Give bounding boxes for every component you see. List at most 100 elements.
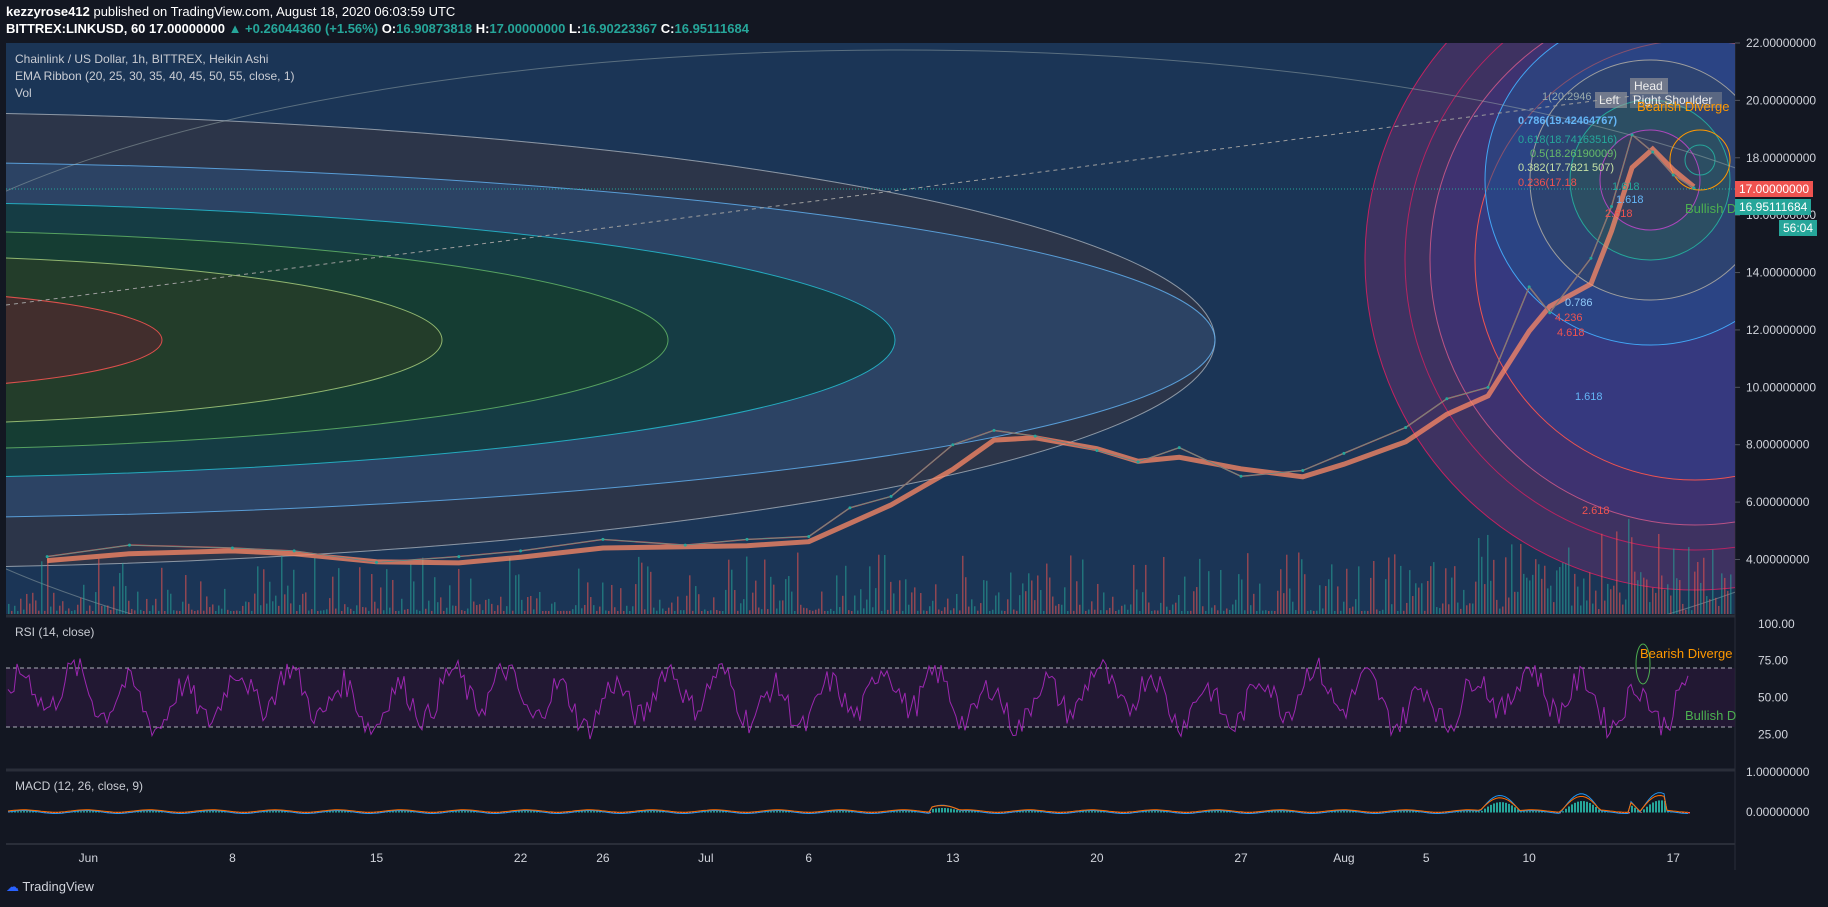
volume-bar xyxy=(1007,599,1009,614)
macd-bar xyxy=(647,811,649,813)
volume-bar xyxy=(1328,579,1330,614)
volume-bar xyxy=(1283,593,1285,614)
volume-bar xyxy=(443,610,445,614)
macd-bar xyxy=(1586,801,1588,813)
macd-bar xyxy=(149,811,151,813)
volume-bar xyxy=(692,610,694,614)
volume-bar xyxy=(1334,610,1336,614)
volume-bar xyxy=(953,608,955,614)
volume-bar xyxy=(731,569,733,614)
volume-bar xyxy=(1631,537,1633,614)
macd-bar xyxy=(1478,811,1480,813)
volume-bar xyxy=(1250,605,1252,614)
volume-bar xyxy=(89,605,91,614)
volume-bar xyxy=(38,610,40,614)
volume-bar xyxy=(1472,603,1474,614)
fib-0382: 0.382(17.7821 507) xyxy=(1518,162,1614,174)
price-point xyxy=(1177,446,1181,450)
volume-bar xyxy=(1118,609,1120,614)
time-tick: Jul xyxy=(698,851,713,865)
volume-bar xyxy=(665,610,667,614)
volume-bar xyxy=(308,610,310,614)
volume-bar xyxy=(1001,610,1003,614)
volume-bar xyxy=(641,562,643,614)
macd-bar xyxy=(1157,811,1159,813)
macd-bar xyxy=(842,811,844,813)
volume-bar xyxy=(260,605,262,614)
volume-bar xyxy=(1223,610,1225,614)
main-legend-title[interactable]: Chainlink / US Dollar, 1h, BITTREX, Heik… xyxy=(15,52,268,66)
price-point xyxy=(1548,311,1552,315)
volume-bar xyxy=(1514,591,1516,614)
price-point xyxy=(1239,474,1243,478)
volume-bar xyxy=(1274,610,1276,614)
time-tick: 27 xyxy=(1234,851,1248,865)
volume-bar xyxy=(548,610,550,614)
vol-legend[interactable]: Vol xyxy=(15,86,32,100)
volume-bar xyxy=(1316,610,1318,614)
volume-bar xyxy=(1109,607,1111,614)
volume-bar xyxy=(200,581,202,614)
macd-bar xyxy=(1148,811,1150,813)
volume-bar xyxy=(50,606,52,614)
macd-bar xyxy=(341,811,343,813)
volume-bar xyxy=(437,602,439,614)
macd-pane[interactable] xyxy=(6,772,1735,842)
volume-bar xyxy=(371,574,373,614)
macd-bar xyxy=(1406,811,1408,813)
bullish-divergence-rsi: Bullish D xyxy=(1685,708,1736,723)
macd-bar xyxy=(947,808,949,813)
volume-bar xyxy=(1616,531,1618,614)
fib-ratio: 1.618 xyxy=(1612,181,1640,193)
time-axis[interactable]: Jun 8 15 22 26 Jul 6 13 20 27 Aug 5 10 17 xyxy=(79,851,1681,865)
volume-bar xyxy=(701,610,703,614)
volume-bar xyxy=(845,565,847,614)
volume-bar xyxy=(1478,538,1480,614)
macd-bar xyxy=(1511,805,1513,813)
volume-bar xyxy=(761,609,763,614)
volume-bar xyxy=(1553,602,1555,614)
volume-bar xyxy=(1388,557,1390,614)
rsi-legend[interactable]: RSI (14, close) xyxy=(15,625,94,639)
macd-bar xyxy=(1400,811,1402,813)
macd-legend[interactable]: MACD (12, 26, close, 9) xyxy=(15,779,143,793)
volume-bar xyxy=(1508,597,1510,614)
macd-bar xyxy=(1643,809,1645,813)
volume-bar xyxy=(449,585,451,614)
volume-bar xyxy=(1073,610,1075,614)
volume-bar xyxy=(188,603,190,614)
price-point xyxy=(375,560,378,564)
volume-bar xyxy=(1697,562,1699,614)
volume-bar xyxy=(1304,574,1306,614)
volume-bar xyxy=(350,608,352,614)
volume-bar xyxy=(1091,601,1093,614)
volume-bar xyxy=(971,599,973,614)
volume-bar xyxy=(1658,533,1660,614)
price-axis[interactable]: 22.0000000020.0000000018.0000000016.0000… xyxy=(1735,36,1816,566)
volume-bar xyxy=(155,598,157,614)
rsi-tick: 75.00 xyxy=(1758,654,1788,668)
volume-bar xyxy=(803,607,805,614)
volume-bar xyxy=(434,577,436,614)
macd-bar xyxy=(965,811,967,813)
volume-bar xyxy=(176,610,178,614)
fib-ratio: 0.786 xyxy=(1565,297,1593,309)
macd-bar xyxy=(92,811,94,813)
volume-bar xyxy=(281,555,283,614)
volume-bar xyxy=(248,602,250,614)
ema-legend[interactable]: EMA Ribbon (20, 25, 30, 35, 40, 45, 50, … xyxy=(15,69,295,83)
chart-canvas[interactable]: 1.618 2.618 0.786 4.236 4.618 1.618 2.618 1.618… xyxy=(0,0,1828,907)
volume-bar xyxy=(683,610,685,614)
macd-bar xyxy=(953,809,955,813)
volume-bar xyxy=(137,591,139,614)
volume-bar xyxy=(707,610,709,614)
macd-bar xyxy=(1286,811,1288,813)
time-tick: 10 xyxy=(1522,851,1536,865)
volume-bar xyxy=(644,609,646,614)
price-point xyxy=(1630,133,1634,137)
volume-bar xyxy=(1418,587,1420,614)
macd-axis: 1.00000000 0.00000000 xyxy=(1746,765,1810,819)
volume-bar xyxy=(974,606,976,614)
tradingview-logo[interactable]: ☁ TradingView xyxy=(6,879,94,895)
volume-bar xyxy=(203,610,205,614)
